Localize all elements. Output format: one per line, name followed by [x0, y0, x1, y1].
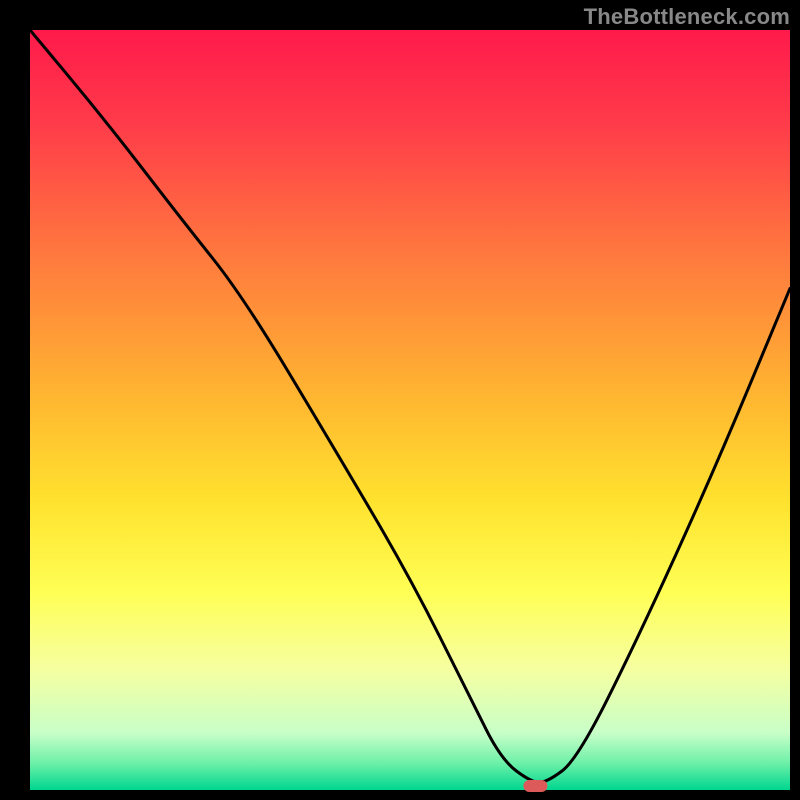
plot-background — [30, 30, 790, 790]
chart-root: TheBottleneck.com — [0, 0, 800, 800]
minimum-marker — [523, 780, 547, 792]
bottleneck-chart — [0, 0, 800, 800]
